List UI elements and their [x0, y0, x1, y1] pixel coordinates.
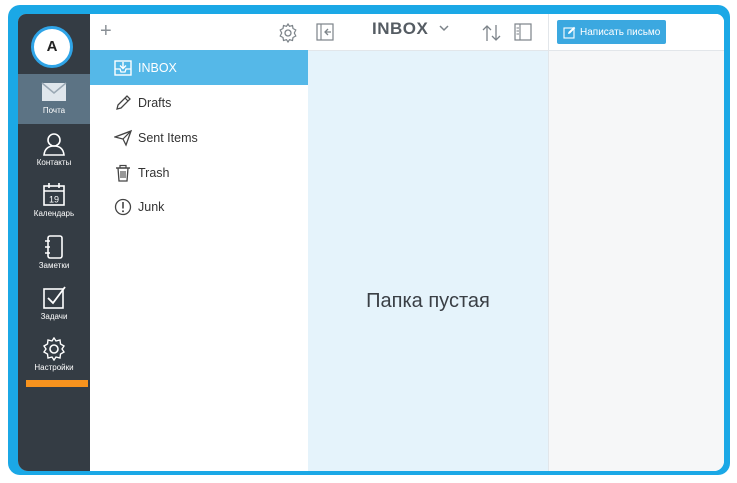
reading-pane-icon[interactable] — [514, 23, 532, 41]
rail-item-notes[interactable]: Заметки — [18, 229, 90, 279]
pencil-icon — [116, 94, 131, 110]
message-list-header: INBOX — [308, 14, 548, 51]
rail-item-label: Задачи — [40, 312, 68, 321]
folder-pane-header: + — [90, 14, 308, 50]
nav-rail: A Почта Контакты 19 Календарь Заметки За… — [18, 14, 90, 471]
add-folder-button[interactable]: + — [100, 20, 112, 42]
collapse-panel-icon[interactable] — [316, 23, 334, 41]
reading-pane: Написать письмо — [548, 14, 724, 471]
calendar-day: 19 — [49, 195, 59, 205]
folder-pane: + INBOX Drafts Sent Items Trash Junk — [90, 14, 309, 471]
rail-item-tasks[interactable]: Задачи — [18, 280, 90, 330]
message-list-pane: INBOX Папка пустая — [308, 14, 548, 471]
compose-button[interactable]: Написать письмо — [557, 20, 667, 44]
rail-item-settings[interactable]: Настройки — [18, 331, 90, 381]
folder-item-inbox[interactable]: INBOX — [90, 50, 308, 85]
avatar[interactable]: A — [31, 26, 73, 68]
highlight-bar — [26, 380, 88, 387]
rail-item-contacts[interactable]: Контакты — [18, 126, 90, 176]
rail-item-label: Контакты — [36, 158, 72, 167]
rail-item-label: Заметки — [38, 261, 70, 270]
trash-icon — [116, 164, 130, 182]
rail-item-label: Календарь — [33, 209, 75, 218]
folder-label: Junk — [138, 199, 165, 214]
rail-item-label: Почта — [42, 106, 66, 115]
exclamation-circle-icon — [114, 198, 132, 215]
folder-label: Trash — [138, 165, 170, 180]
person-icon — [43, 133, 65, 156]
rail-item-label: Настройки — [34, 363, 74, 372]
gear-icon — [43, 337, 65, 361]
compose-button-label: Написать письмо — [580, 26, 661, 38]
sort-icon[interactable] — [481, 23, 503, 43]
empty-folder-message: Папка пустая — [366, 290, 490, 312]
calendar-icon: 19 — [43, 183, 65, 206]
inbox-icon — [114, 59, 132, 76]
folder-label: Sent Items — [138, 130, 198, 145]
folder-item-drafts[interactable]: Drafts — [90, 85, 308, 120]
paper-plane-icon — [114, 129, 132, 147]
folder-settings-icon[interactable] — [278, 23, 298, 43]
app-window: A Почта Контакты 19 Календарь Заметки За… — [18, 14, 724, 471]
rail-item-mail[interactable]: Почта — [18, 74, 90, 124]
folder-item-junk[interactable]: Junk — [90, 189, 308, 224]
notebook-icon — [45, 235, 63, 259]
rail-item-calendar[interactable]: 19 Календарь — [18, 177, 90, 227]
folder-title[interactable]: INBOX — [372, 19, 428, 39]
folder-label: INBOX — [138, 60, 177, 75]
app-frame: A Почта Контакты 19 Календарь Заметки За… — [8, 5, 730, 475]
folder-item-sent[interactable]: Sent Items — [90, 120, 308, 155]
mail-icon — [41, 82, 67, 101]
folder-label: Drafts — [138, 95, 172, 110]
compose-icon — [563, 26, 576, 39]
reading-pane-header: Написать письмо — [549, 14, 724, 51]
checkbox-icon — [43, 286, 66, 309]
chevron-down-icon[interactable] — [438, 22, 450, 34]
folder-item-trash[interactable]: Trash — [90, 155, 308, 190]
